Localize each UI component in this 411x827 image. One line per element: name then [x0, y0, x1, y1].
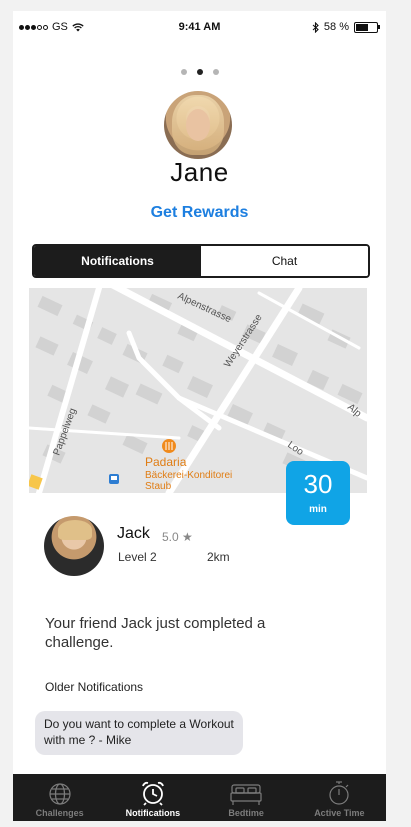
segment-chat[interactable]: Chat — [201, 246, 368, 276]
time-badge[interactable]: 30 min — [286, 461, 350, 525]
battery-icon — [354, 21, 380, 33]
friend-distance: 2km — [207, 550, 230, 564]
globe-icon — [49, 783, 71, 805]
time-badge-unit: min — [309, 504, 327, 515]
profile-name: Jane — [170, 157, 229, 187]
alarm-clock-icon — [141, 781, 164, 806]
bluetooth-icon — [312, 21, 319, 33]
page-indicator[interactable] — [13, 69, 386, 75]
tab-challenges[interactable]: Challenges — [13, 774, 106, 821]
friend-rating: 5.0 ★ — [162, 530, 193, 544]
page-dot-active[interactable] — [196, 69, 203, 75]
bed-icon — [230, 784, 262, 805]
notification-message: Your friend Jack just completed a challe… — [45, 615, 266, 651]
segment-notifications[interactable]: Notifications — [34, 246, 201, 276]
status-right: 58 % — [312, 21, 380, 33]
profile-avatar[interactable] — [164, 91, 232, 159]
poi-subtitle: Bäckerei-Konditorei — [145, 470, 232, 481]
tab-label: Active Time — [314, 808, 365, 818]
get-rewards-link[interactable]: Get Rewards — [13, 204, 386, 222]
notifications-chat-segmented-control: Notifications Chat — [32, 244, 370, 278]
time-badge-value: 30 — [303, 469, 333, 499]
tab-label: Challenges — [35, 808, 84, 818]
bottom-tab-bar: Challenges Notifications Bedtime Active … — [13, 774, 386, 821]
friend-name[interactable]: Jack — [117, 525, 150, 543]
friend-level: Level 2 — [118, 550, 157, 564]
bus-stop-icon[interactable] — [109, 474, 119, 484]
tab-label: Notifications — [125, 808, 181, 818]
tab-bedtime[interactable]: Bedtime — [200, 774, 293, 821]
poi-name[interactable]: Padaria — [145, 455, 187, 469]
tab-notifications[interactable]: Notifications — [106, 774, 199, 821]
stopwatch-icon — [329, 781, 349, 805]
battery-percent: 58 % — [323, 21, 349, 33]
poi-subtitle: Staub — [145, 481, 172, 492]
older-notification-bubble[interactable]: Do you want to complete a Workout with m… — [35, 711, 243, 755]
tab-active-time[interactable]: Active Time — [293, 774, 386, 821]
battery-level-fill — [356, 23, 368, 31]
friend-avatar[interactable] — [44, 516, 104, 576]
status-bar: GS 9:41 AM 58 % — [13, 11, 386, 43]
page-dot[interactable] — [212, 69, 219, 75]
older-notifications-heading: Older Notifications — [45, 680, 144, 694]
phone-screen: GS 9:41 AM 58 % Jane Get Rewards Notific… — [13, 11, 386, 821]
page-dot[interactable] — [180, 69, 187, 75]
poi-marker-icon[interactable] — [162, 439, 176, 453]
tab-label: Bedtime — [228, 808, 264, 818]
